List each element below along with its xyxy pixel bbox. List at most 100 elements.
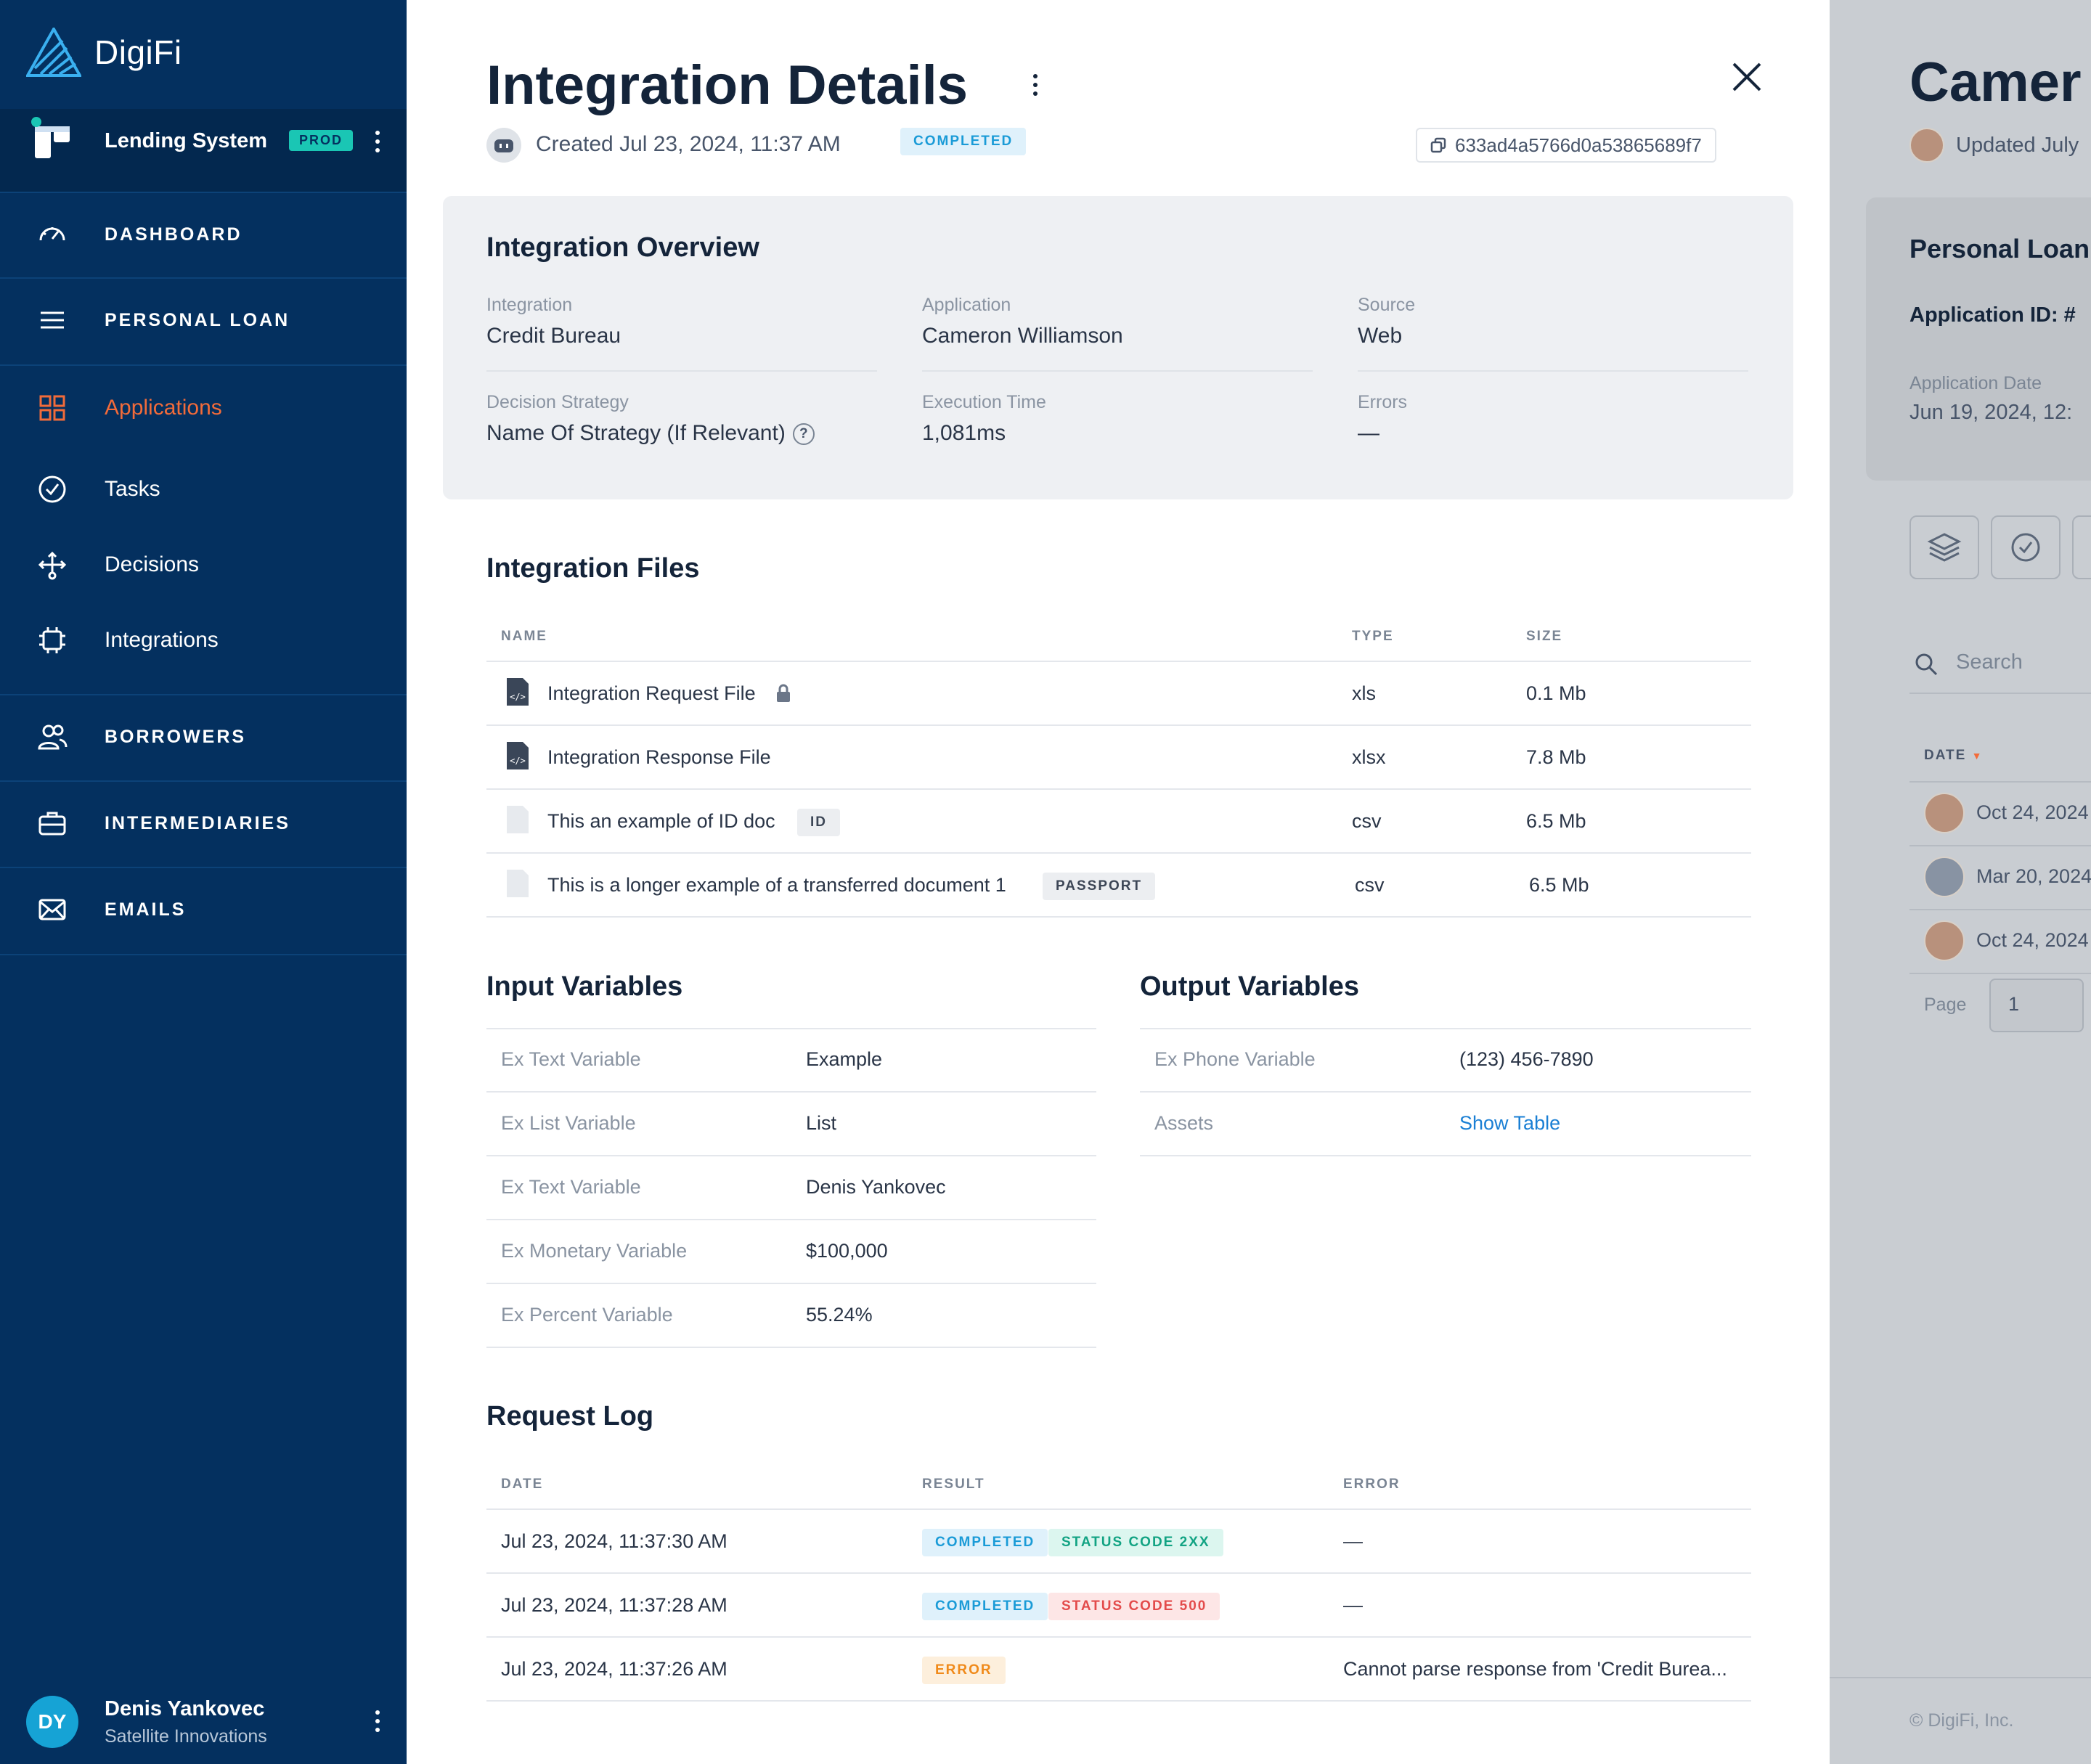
table-divider — [1140, 1091, 1751, 1093]
nav-tasks[interactable]: Tasks — [0, 452, 407, 527]
overview-value: Name Of Strategy (If Relevant)? — [486, 421, 815, 446]
variable-name: Ex Text Variable — [501, 1048, 641, 1070]
bg-divider — [1909, 845, 2091, 846]
overview-label: Decision Strategy — [486, 392, 629, 412]
table-divider — [486, 1155, 1096, 1156]
nav-divider — [0, 364, 407, 366]
table-divider — [486, 1700, 1751, 1702]
bg-row-avatar — [1924, 793, 1965, 833]
log-error: Cannot parse response from 'Credit Burea… — [1343, 1658, 1727, 1680]
chip-icon — [39, 627, 65, 653]
input-variables-title: Input Variables — [486, 971, 683, 1002]
nav-dashboard[interactable]: DASHBOARD — [0, 192, 407, 277]
file-size: 7.8 Mb — [1526, 746, 1586, 768]
file-type: xlsx — [1352, 746, 1386, 768]
files-header-type: TYPE — [1352, 629, 1394, 644]
output-variables-title: Output Variables — [1140, 971, 1359, 1002]
variable-value: (123) 456-7890 — [1459, 1048, 1594, 1070]
file-name[interactable]: Integration Request File — [547, 682, 756, 705]
decision-arrows-icon — [38, 551, 67, 580]
check-circle-icon — [2011, 533, 2040, 562]
nav-personal-loan[interactable]: PERSONAL LOAN — [0, 277, 407, 363]
briefcase-icon — [38, 812, 66, 836]
table-divider — [486, 1028, 1096, 1029]
table-divider — [1140, 1155, 1751, 1156]
robot-icon — [494, 139, 513, 152]
nav-decisions[interactable]: Decisions — [0, 527, 407, 603]
nav-integrations[interactable]: Integrations — [0, 603, 407, 678]
log-header-result: RESULT — [922, 1477, 985, 1492]
user-org: Satellite Innovations — [105, 1726, 267, 1747]
code-file-icon: </> — [507, 742, 529, 769]
bg-footer: © DigiFi, Inc. — [1909, 1710, 2014, 1731]
envelope-icon — [38, 899, 66, 920]
user-avatar[interactable]: DY — [26, 1696, 78, 1748]
logo-text: DigiFi — [94, 33, 182, 71]
nav-dashboard-label: DASHBOARD — [105, 224, 242, 245]
bg-row-avatar — [1924, 857, 1965, 897]
table-divider — [486, 1572, 1751, 1574]
close-icon[interactable] — [1729, 60, 1764, 94]
variable-value: List — [806, 1112, 837, 1134]
digifi-logo[interactable]: DigiFi — [26, 28, 182, 77]
bg-row-date: Oct 24, 2024 — [1976, 929, 2089, 951]
strategy-name: Name Of Strategy (If Relevant) — [486, 421, 786, 445]
copy-id-button[interactable]: 633ad4a5766d0a53865689f7 — [1416, 128, 1716, 163]
table-divider — [1140, 1028, 1751, 1029]
nav-emails-label: EMAILS — [105, 899, 187, 920]
request-log-title: Request Log — [486, 1401, 654, 1432]
nav-borrowers[interactable]: BORROWERS — [0, 694, 407, 780]
log-result-badge: COMPLETED — [922, 1593, 1048, 1620]
variable-name: Ex Phone Variable — [1154, 1048, 1316, 1070]
sidebar: DigiFi Lending System PROD DASHBOARD PER… — [0, 0, 407, 1764]
bg-row-avatar — [1924, 920, 1965, 961]
table-divider — [486, 661, 1751, 662]
bg-row-date: Oct 24, 2024 — [1976, 801, 2089, 823]
speedometer-icon — [39, 227, 65, 241]
variable-name: Ex Percent Variable — [501, 1304, 673, 1326]
overview-value: Web — [1358, 324, 1403, 348]
file-name[interactable]: This an example of ID doc — [547, 810, 775, 833]
nav-decisions-label: Decisions — [105, 552, 200, 576]
overview-label: Source — [1358, 295, 1416, 315]
bg-row-date: Mar 20, 2024 — [1976, 865, 2091, 887]
digifi-logo-icon — [26, 28, 81, 77]
variable-value: $100,000 — [806, 1240, 888, 1262]
bg-page-label: Page — [1924, 995, 1967, 1015]
bg-user-avatar — [1909, 128, 1944, 163]
log-result-badge: ERROR — [922, 1657, 1006, 1684]
svg-text:</>: </> — [510, 756, 526, 766]
variable-value: Example — [806, 1048, 883, 1070]
nav-personal-loan-label: PERSONAL LOAN — [105, 309, 290, 330]
table-divider — [486, 1283, 1096, 1284]
file-name[interactable]: Integration Response File — [547, 746, 771, 769]
files-header-size: SIZE — [1526, 629, 1563, 644]
more-options-icon[interactable] — [1032, 74, 1038, 96]
prod-badge: PROD — [289, 130, 354, 151]
file-tag-badge: PASSPORT — [1043, 873, 1156, 900]
help-icon[interactable]: ? — [792, 423, 815, 446]
bg-date-header: DATE ▼ — [1924, 748, 1983, 764]
overview-title: Integration Overview — [486, 232, 759, 263]
file-size: 0.1 Mb — [1526, 682, 1586, 704]
bg-card-title: Personal Loan — [1909, 234, 2090, 264]
overview-label: Integration — [486, 295, 573, 315]
user-menu-icon[interactable] — [375, 1710, 380, 1732]
bg-search-input: Search — [1956, 650, 2023, 674]
check-circle-icon — [38, 475, 66, 503]
nav-applications[interactable]: Applications — [0, 370, 407, 446]
files-section-title: Integration Files — [486, 553, 700, 584]
show-table-link[interactable]: Show Table — [1459, 1112, 1560, 1135]
system-menu-icon[interactable] — [375, 131, 380, 152]
overview-label: Errors — [1358, 392, 1408, 412]
file-name[interactable]: This is a longer example of a transferre… — [547, 874, 1006, 897]
nav-emails[interactable]: EMAILS — [0, 867, 407, 952]
search-icon — [1915, 653, 1938, 676]
log-date: Jul 23, 2024, 11:37:30 AM — [501, 1530, 727, 1552]
nav-intermediaries[interactable]: INTERMEDIARIES — [0, 780, 407, 866]
bg-page-title: Camer — [1909, 52, 2082, 113]
bg-divider — [1909, 693, 2091, 694]
bg-updated-text: Updated July — [1956, 134, 2079, 157]
log-status-code-badge: STATUS CODE 500 — [1048, 1593, 1220, 1620]
table-divider — [486, 724, 1751, 726]
